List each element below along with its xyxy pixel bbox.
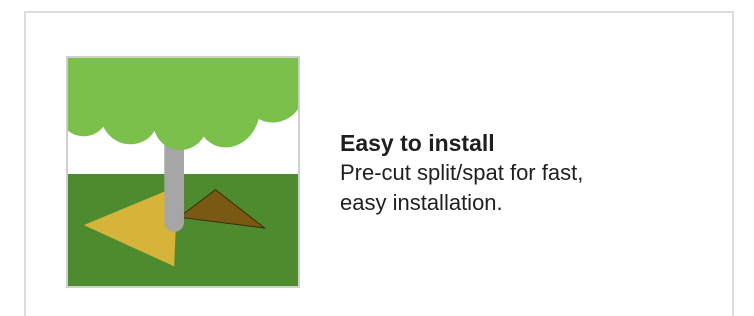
tree-mat-illustration-icon <box>66 56 300 288</box>
feature-text: Easy to install Pre-cut split/spat for f… <box>340 128 720 218</box>
feature-title: Easy to install <box>340 130 495 156</box>
page: Easy to install Pre-cut split/spat for f… <box>0 0 754 316</box>
feature-description: Pre-cut split/spat for fast, easy instal… <box>340 160 584 215</box>
